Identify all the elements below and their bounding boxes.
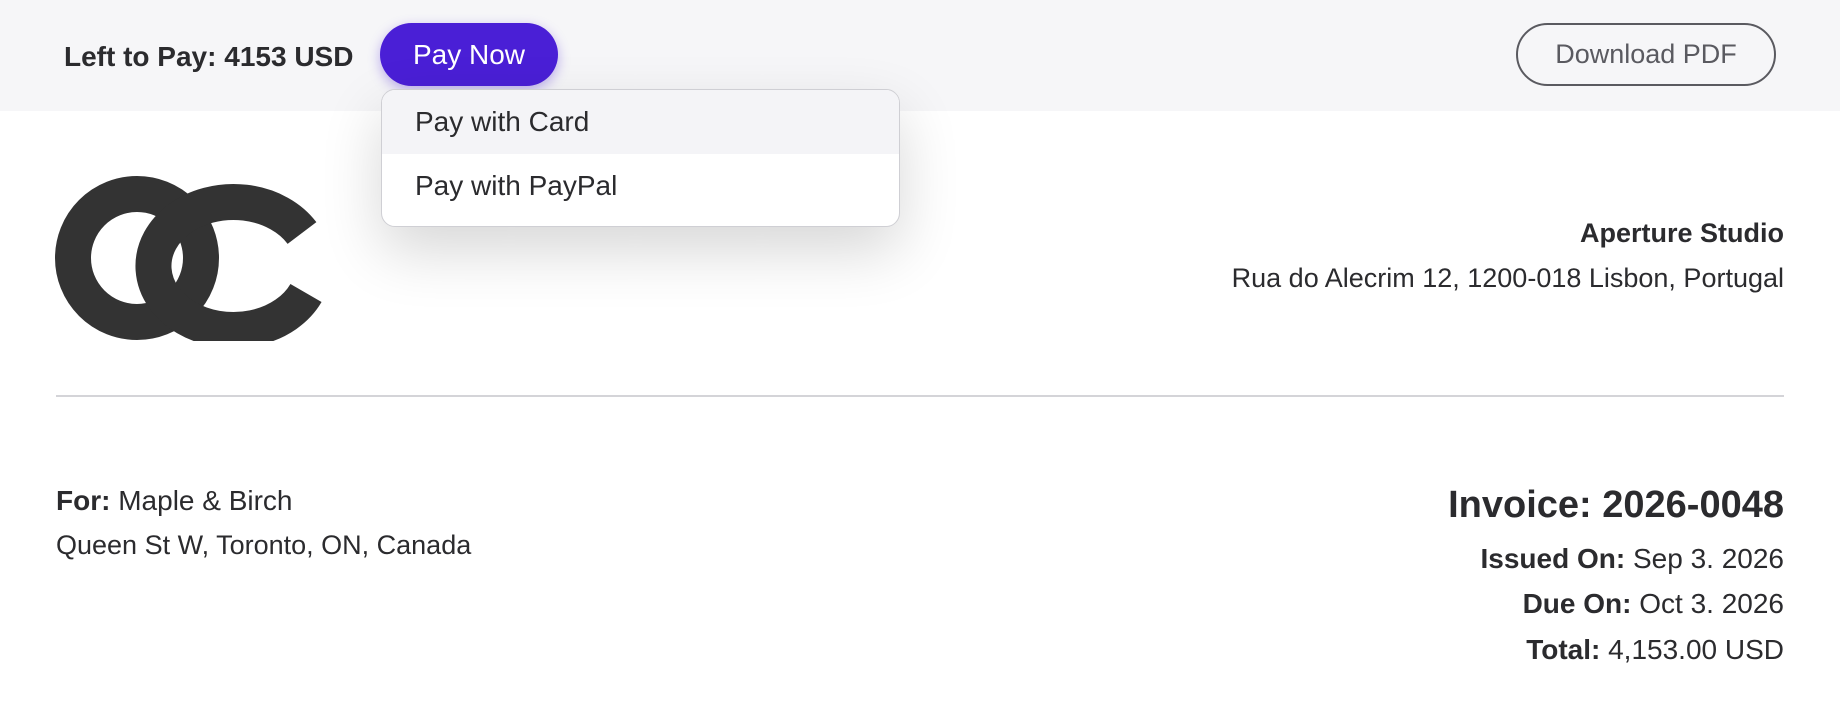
divider <box>56 395 1784 397</box>
invoice-number-label: Invoice: <box>1448 484 1592 526</box>
issued-on-label: Issued On: <box>1480 543 1626 574</box>
pay-now-button[interactable]: Pay Now <box>380 23 558 86</box>
for-label: For: <box>56 485 111 516</box>
client-address: Queen St W, Toronto, ON, Canada <box>56 530 472 560</box>
menu-item-pay-with-card[interactable]: Pay with Card <box>382 90 899 154</box>
left-to-pay-amount: 4153 USD <box>224 41 354 72</box>
invoice-total: Total: 4,153.00 USD <box>1526 634 1784 666</box>
client-name: Maple & Birch <box>118 485 293 516</box>
pay-method-menu: Pay with Card Pay with PayPal <box>381 89 900 227</box>
left-to-pay: Left to Pay: 4153 USD <box>64 40 353 74</box>
download-pdf-button[interactable]: Download PDF <box>1516 23 1776 86</box>
total-value: 4,153.00 USD <box>1608 634 1784 665</box>
top-bar: Left to Pay: 4153 USD Pay Now Download P… <box>0 0 1840 111</box>
due-on-value: Oct 3. 2026 <box>1639 588 1784 619</box>
due-on-label: Due On: <box>1522 588 1632 619</box>
invoice-number-value: 2026-0048 <box>1602 484 1784 526</box>
menu-item-pay-with-paypal[interactable]: Pay with PayPal <box>382 154 899 218</box>
total-label: Total: <box>1526 634 1601 665</box>
due-on: Due On: Oct 3. 2026 <box>1523 588 1784 620</box>
issued-on-value: Sep 3. 2026 <box>1632 543 1784 574</box>
left-to-pay-label: Left to Pay: <box>64 41 217 72</box>
invoice-number: Invoice: 2026-0048 <box>1448 484 1784 527</box>
bill-to: For: Maple & Birch <box>56 485 293 517</box>
vendor-address: Rua do Alecrim 12, 1200-018 Lisbon, Port… <box>1231 263 1784 293</box>
oc-logo-icon <box>55 176 322 341</box>
issued-on: Issued On: Sep 3. 2026 <box>1480 543 1784 575</box>
vendor-name: Aperture Studio <box>1579 218 1784 248</box>
